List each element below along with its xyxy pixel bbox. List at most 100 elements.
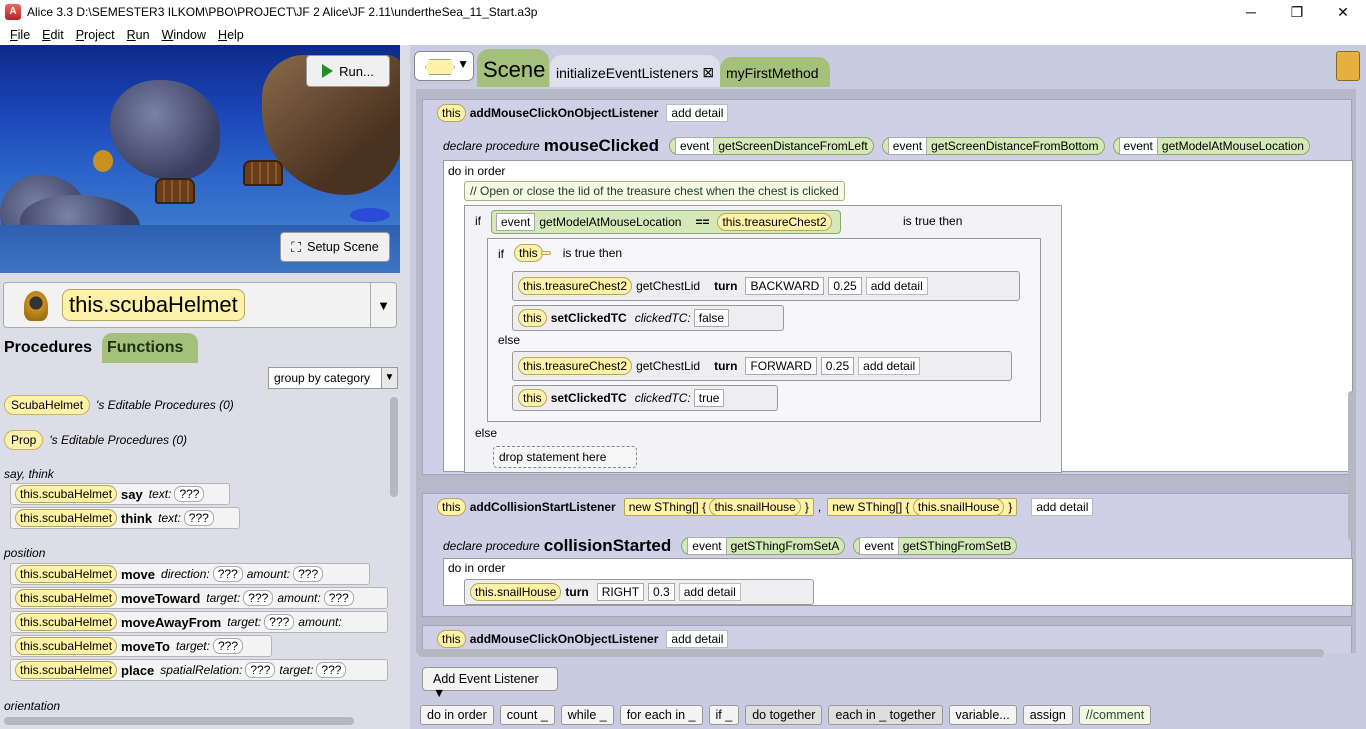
drop-statement-target[interactable]: drop statement here xyxy=(493,446,637,468)
add-event-listener-button[interactable]: Add Event Listener ▼ xyxy=(422,667,558,700)
splitter-handle[interactable] xyxy=(400,45,410,729)
chest-tile[interactable]: this.treasureChest2 xyxy=(717,213,832,231)
event-listener-block[interactable]: this addMouseClickOnObjectListener add d… xyxy=(422,99,1353,475)
procedure-tile[interactable]: this.scubaHelmet place spatialRelation:???… xyxy=(10,659,388,681)
direction-value[interactable]: RIGHT xyxy=(596,583,645,601)
event-tile: event xyxy=(687,537,727,555)
close-tab-icon[interactable]: ⊠ xyxy=(702,64,714,81)
tab-initializeeventlisteners[interactable]: initializeEventListeners ⊠ xyxy=(550,55,720,87)
menu-edit[interactable]: Edit xyxy=(42,28,64,42)
add-detail-dropdown[interactable]: add detail xyxy=(678,583,741,601)
class-tag[interactable]: Prop xyxy=(4,430,44,450)
this-tile[interactable]: this xyxy=(437,630,466,648)
splitter-handle[interactable] xyxy=(0,273,400,281)
procedure-tile[interactable]: this.scubaHelmet moveAwayFrom target:??? am… xyxy=(10,611,388,633)
minimize-button[interactable]: ─ xyxy=(1228,0,1274,24)
event-param[interactable]: event getModelAtMouseLocation xyxy=(1112,137,1310,155)
amount-value[interactable]: 0.3 xyxy=(648,583,675,601)
add-detail-dropdown[interactable]: add detail xyxy=(858,357,921,375)
tab-myfirstmethod[interactable]: myFirstMethod xyxy=(720,57,830,87)
count-tile[interactable]: count _ xyxy=(499,705,555,725)
type-selector[interactable]: ▼ xyxy=(414,51,474,81)
menu-file[interactable]: File xyxy=(10,28,30,42)
do-together-tile[interactable]: do together xyxy=(745,705,823,725)
variable-tile[interactable]: variable... xyxy=(948,705,1017,725)
boolean-value[interactable]: true xyxy=(693,389,725,407)
set-clicked-statement[interactable]: this setClickedTC clickedTC: true xyxy=(512,385,778,411)
each-in-together-tile[interactable]: each in _ together xyxy=(828,705,943,725)
category-label: say, think xyxy=(4,467,54,481)
do-in-order-tile[interactable]: do in order xyxy=(420,705,494,725)
turn-statement[interactable]: this.snailHouse turn RIGHT 0.3 add detail xyxy=(464,579,814,605)
scene-view[interactable]: Run... ⛶ Setup Scene xyxy=(0,45,400,273)
clipboard-icon[interactable] xyxy=(1336,51,1360,81)
event-listener-block[interactable]: this addCollisionStartListener new SThin… xyxy=(422,493,1353,617)
class-tag[interactable]: ScubaHelmet xyxy=(4,395,91,415)
procedure-tile[interactable]: this.scubaHelmet moveTo target:??? xyxy=(10,635,272,657)
turn-statement[interactable]: this.treasureChest2 getChestLid turn BACKWA… xyxy=(512,271,1020,301)
chevron-down-icon[interactable]: ▼ xyxy=(370,283,396,327)
this-tile[interactable]: this xyxy=(514,244,543,262)
tab-functions[interactable]: Functions xyxy=(102,333,198,363)
procedure-tile[interactable]: this.scubaHelmet say text:??? xyxy=(10,483,230,505)
menu-help[interactable]: Help xyxy=(218,28,244,42)
set-clicked-statement[interactable]: this setClickedTC clickedTC: false xyxy=(512,305,784,331)
this-tile: this xyxy=(518,389,547,407)
if-tile[interactable]: if _ xyxy=(708,705,740,725)
window-title: Alice 3.3 D:\SEMESTER3 ILKOM\PBO\PROJECT… xyxy=(27,5,538,19)
for-each-in-tile[interactable]: for each in _ xyxy=(619,705,703,725)
param-value: ??? xyxy=(243,590,274,606)
param-name: spatialRelation: xyxy=(160,663,243,677)
direction-value[interactable]: BACKWARD xyxy=(745,277,825,295)
turn-statement[interactable]: this.treasureChest2 getChestLid turn FORWAR… xyxy=(512,351,1012,381)
comment-statement[interactable]: // Open or close the lid of the treasure… xyxy=(464,181,845,201)
vertical-scrollbar[interactable] xyxy=(1348,391,1356,541)
group-by-select[interactable]: group by category ▼ xyxy=(268,367,398,389)
inner-if-statement[interactable]: if this is true then this.treasureChest2… xyxy=(487,238,1041,422)
amount-value[interactable]: 0.25 xyxy=(828,277,862,295)
add-detail-dropdown[interactable]: add detail xyxy=(666,104,729,122)
assign-tile[interactable]: assign xyxy=(1022,705,1073,725)
event-param[interactable]: event getScreenDistanceFromBottom xyxy=(881,137,1105,155)
boolean-value[interactable]: false xyxy=(693,309,730,327)
if-statement[interactable]: if event getModelAtMouseLocation == this… xyxy=(464,205,1062,473)
scuba-helmet-image xyxy=(93,150,113,172)
setup-scene-button[interactable]: ⛶ Setup Scene xyxy=(280,232,390,262)
horizontal-scrollbar[interactable] xyxy=(4,717,354,725)
procedure-tile[interactable]: this.scubaHelmet think text:??? xyxy=(10,507,240,529)
run-button[interactable]: Run... xyxy=(306,55,390,87)
amount-value[interactable]: 0.25 xyxy=(820,357,855,375)
sthing-array[interactable]: new SThing[] { this.snailHouse} xyxy=(623,498,814,516)
horizontal-scrollbar[interactable] xyxy=(418,649,1324,657)
add-detail-dropdown[interactable]: add detail xyxy=(865,277,928,295)
tab-scene[interactable]: Scene xyxy=(477,49,549,87)
event-param[interactable]: event getSThingFromSetA xyxy=(681,537,846,555)
event-param[interactable]: event getSThingFromSetB xyxy=(853,537,1018,555)
this-tile[interactable]: this xyxy=(437,498,466,516)
sthing-array[interactable]: new SThing[] { this.snailHouse} xyxy=(827,498,1018,516)
procedure-tile[interactable]: this.scubaHelmet moveToward target:??? amou… xyxy=(10,587,388,609)
while-tile[interactable]: while _ xyxy=(560,705,614,725)
chevron-down-icon: ▼ xyxy=(381,368,397,388)
field-tile[interactable] xyxy=(540,251,551,255)
comment-tile[interactable]: //comment xyxy=(1078,705,1152,725)
add-detail-dropdown[interactable]: add detail xyxy=(666,630,729,648)
maximize-button[interactable]: ❐ xyxy=(1274,0,1320,24)
close-button[interactable]: ✕ xyxy=(1320,0,1366,24)
menu-window[interactable]: Window xyxy=(162,28,206,42)
procedure-tile[interactable]: this.scubaHelmet move direction:??? amount:… xyxy=(10,563,370,585)
event-tile[interactable]: event xyxy=(496,213,536,231)
rock-image xyxy=(110,80,220,180)
instance-selector[interactable]: this.scubaHelmet ▼ xyxy=(3,282,397,328)
scroll-thumb[interactable] xyxy=(390,397,398,497)
method-name: turn xyxy=(565,585,589,599)
event-param[interactable]: event getScreenDistanceFromLeft xyxy=(669,137,874,155)
vertical-scrollbar[interactable] xyxy=(390,393,398,729)
tab-procedures[interactable]: Procedures xyxy=(0,331,102,363)
this-tile[interactable]: this xyxy=(437,104,466,122)
param-label: getModelAtMouseLocation xyxy=(1161,139,1304,153)
menu-project[interactable]: Project xyxy=(76,28,115,42)
menu-run[interactable]: Run xyxy=(127,28,150,42)
direction-value[interactable]: FORWARD xyxy=(745,357,817,375)
add-detail-dropdown[interactable]: add detail xyxy=(1031,498,1094,516)
